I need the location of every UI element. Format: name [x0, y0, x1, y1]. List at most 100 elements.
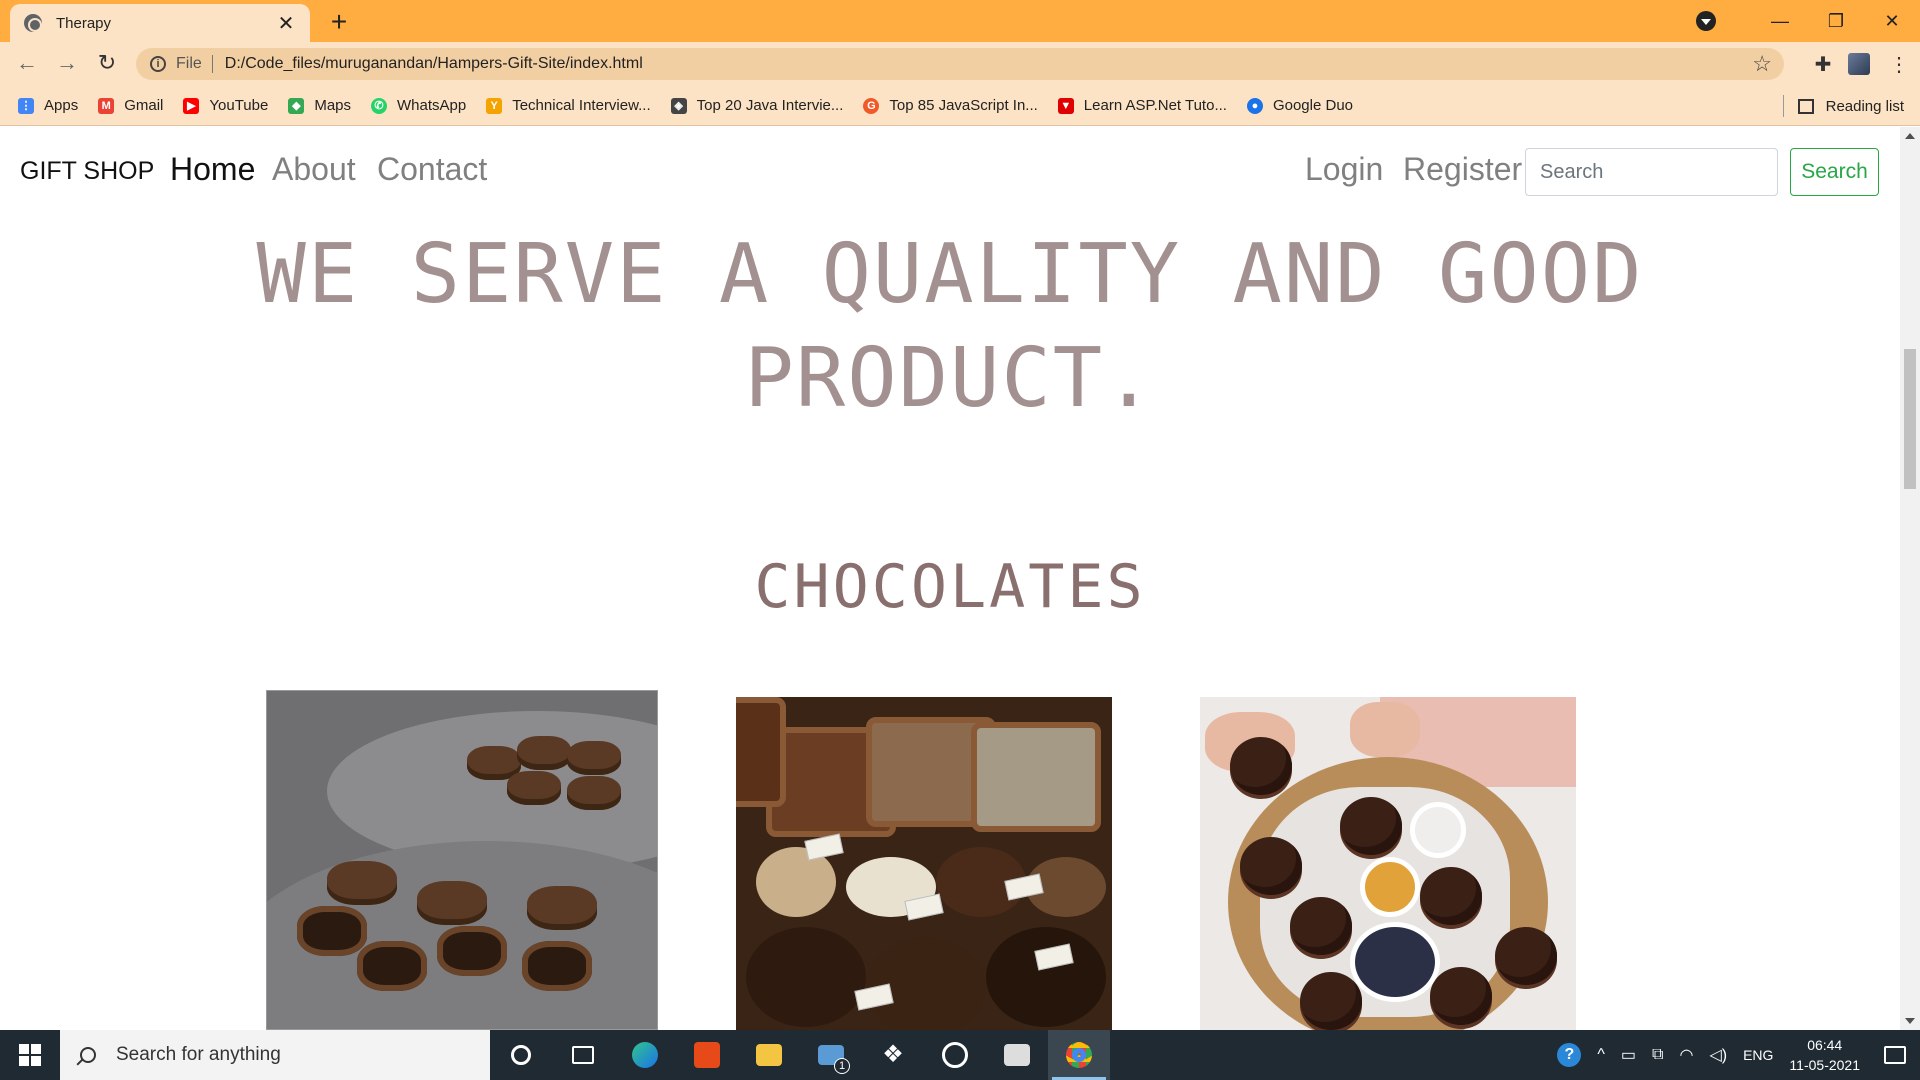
- minimize-button[interactable]: —: [1752, 11, 1808, 32]
- start-button[interactable]: [0, 1030, 60, 1080]
- bookmark-gmail[interactable]: M Gmail: [98, 97, 163, 114]
- scrollbar-thumb[interactable]: [1904, 349, 1916, 489]
- reading-list-separator: [1782, 95, 1784, 117]
- extensions-puzzle-icon[interactable]: ✚: [1808, 52, 1838, 77]
- bookmark-javascript[interactable]: G Top 85 JavaScript In...: [863, 97, 1038, 114]
- nav-home-link[interactable]: Home: [170, 151, 255, 188]
- bookmark-label: Apps: [44, 97, 79, 114]
- maximize-button[interactable]: ❐: [1808, 11, 1864, 32]
- site-brand[interactable]: GIFT SHOP: [20, 157, 154, 186]
- reload-button[interactable]: ↻: [92, 50, 122, 76]
- taskbar-mail[interactable]: 1: [800, 1030, 862, 1080]
- taskbar-file-explorer[interactable]: [738, 1030, 800, 1080]
- bookmark-whatsapp[interactable]: ✆ WhatsApp: [371, 97, 466, 114]
- device-icon[interactable]: ⧉: [1652, 1046, 1663, 1064]
- bookmark-google-duo[interactable]: ● Google Duo: [1246, 97, 1354, 114]
- aspnet-icon: ▼: [1057, 97, 1074, 114]
- page-scrollbar[interactable]: [1900, 127, 1920, 1030]
- bookmark-label: Top 85 JavaScript In...: [889, 97, 1038, 114]
- bonbon-shape: [327, 861, 397, 905]
- bonbon-shape: [522, 941, 592, 991]
- close-window-button[interactable]: ✕: [1864, 11, 1920, 32]
- info-icon[interactable]: i: [150, 56, 166, 72]
- chevron-up-icon[interactable]: ^: [1597, 1046, 1605, 1064]
- system-tray: ? ^ ▭ ⧉ ◠ ◁) ENG 06:44 11-05-2021: [1557, 1030, 1920, 1080]
- taskbar-edge[interactable]: [614, 1030, 676, 1080]
- window-controls: — ❐ ✕: [1696, 0, 1920, 42]
- bookmark-apps[interactable]: ⋮ Apps: [18, 97, 78, 114]
- scheme-label: File: [176, 55, 202, 72]
- bookmark-java[interactable]: ◈ Top 20 Java Intervie...: [670, 97, 844, 114]
- scroll-up-arrow-icon[interactable]: [1905, 133, 1915, 139]
- site-search-button[interactable]: Search: [1790, 148, 1879, 196]
- scroll-down-arrow-icon[interactable]: [1905, 1018, 1915, 1024]
- edge-icon: [632, 1042, 658, 1068]
- register-link[interactable]: Register: [1403, 151, 1522, 188]
- blueberry-bowl-shape: [1350, 922, 1440, 1002]
- new-tab-button[interactable]: +: [324, 6, 354, 38]
- site-search-input[interactable]: [1525, 148, 1778, 196]
- office-icon: [694, 1042, 720, 1068]
- battery-icon[interactable]: ▭: [1621, 1045, 1636, 1065]
- bookmark-star-icon[interactable]: ☆: [1752, 51, 1772, 77]
- wifi-icon[interactable]: ◠: [1679, 1045, 1693, 1065]
- chocolate-pile-shape: [746, 927, 866, 1027]
- browser-tab[interactable]: Therapy ✕: [10, 4, 310, 42]
- url-text[interactable]: D:/Code_files/muruganandan/Hampers-Gift-…: [225, 55, 1752, 73]
- muffin-shape: [1290, 897, 1352, 955]
- help-icon[interactable]: ?: [1557, 1043, 1582, 1067]
- back-button[interactable]: ←: [12, 50, 42, 76]
- task-view-button[interactable]: [552, 1030, 614, 1080]
- tab-search-icon[interactable]: [1696, 11, 1716, 31]
- bookmarks-bar: ⋮ Apps M Gmail ▶ YouTube ◆ Maps ✆ WhatsApp YT…: [0, 86, 1920, 126]
- chocolate-market-image: [736, 697, 1112, 1030]
- bookmark-label: Google Duo: [1272, 97, 1354, 114]
- whatsapp-icon: ✆: [371, 97, 388, 114]
- muffin-shape: [1300, 972, 1362, 1030]
- windows-logo-icon: [19, 1044, 41, 1066]
- bookmark-aspnet[interactable]: ▼ Learn ASP.Net Tuto...: [1057, 97, 1227, 114]
- taskbar-clock[interactable]: 06:44 11-05-2021: [1789, 1035, 1860, 1075]
- taskbar-store[interactable]: [986, 1030, 1048, 1080]
- taskbar-office[interactable]: [676, 1030, 738, 1080]
- yogurt-bowl-shape: [1410, 802, 1466, 858]
- tab-close-icon[interactable]: ✕: [276, 11, 296, 36]
- reading-list-button[interactable]: Reading list: [1782, 86, 1904, 126]
- muffin-shape: [1240, 837, 1302, 895]
- clock-date: 11-05-2021: [1789, 1057, 1860, 1073]
- app-circle-icon: [942, 1042, 968, 1068]
- nav-about-link[interactable]: About: [272, 151, 356, 188]
- taskbar-app-generic[interactable]: [924, 1030, 986, 1080]
- bookmark-maps[interactable]: ◆ Maps: [288, 97, 351, 114]
- taskbar-dropbox[interactable]: ❖: [862, 1030, 924, 1080]
- address-bar[interactable]: i File D:/Code_files/muruganandan/Hamper…: [136, 48, 1784, 80]
- bookmark-youtube[interactable]: ▶ YouTube: [183, 97, 268, 114]
- language-indicator[interactable]: ENG: [1743, 1047, 1773, 1063]
- bonbon-shape: [567, 741, 621, 775]
- cortana-button[interactable]: [490, 1030, 552, 1080]
- bookmark-label: Gmail: [124, 97, 164, 114]
- bookmark-label: Technical Interview...: [512, 97, 651, 114]
- forward-button[interactable]: →: [52, 50, 82, 76]
- bookmark-label: Top 20 Java Intervie...: [696, 97, 844, 114]
- notifications-icon[interactable]: [1884, 1046, 1906, 1064]
- page-viewport: GIFT SHOP Home About Contact Login Regis…: [0, 127, 1900, 1030]
- login-link[interactable]: Login: [1305, 151, 1383, 188]
- bonbon-shape: [517, 736, 571, 770]
- taskbar-search[interactable]: Search for anything: [60, 1030, 490, 1080]
- volume-icon[interactable]: ◁): [1709, 1045, 1727, 1065]
- profile-avatar[interactable]: [1848, 53, 1870, 75]
- browser-toolbar: ← → ↻ i File D:/Code_files/muruganandan/…: [0, 42, 1920, 86]
- taskbar-apps: 1 ❖: [490, 1030, 1110, 1080]
- bookmark-label: YouTube: [209, 97, 269, 114]
- more-menu-icon[interactable]: ⋮: [1886, 52, 1912, 77]
- taskbar-search-placeholder: Search for anything: [116, 1044, 281, 1065]
- hero-line-2: PRODUCT.: [744, 331, 1156, 426]
- chrome-icon: [1066, 1042, 1092, 1068]
- taskbar-chrome[interactable]: [1048, 1030, 1110, 1080]
- chocolate-muffins-image: [1200, 697, 1576, 1030]
- bookmark-technical-interview[interactable]: Y Technical Interview...: [486, 97, 651, 114]
- nav-contact-link[interactable]: Contact: [377, 151, 487, 188]
- windows-taskbar: Search for anything 1 ❖ ? ^ ▭ ⧉ ◠ ◁) ENG…: [0, 1030, 1920, 1080]
- hero-line-1: WE SERVE A QUALITY AND GOOD: [256, 227, 1644, 322]
